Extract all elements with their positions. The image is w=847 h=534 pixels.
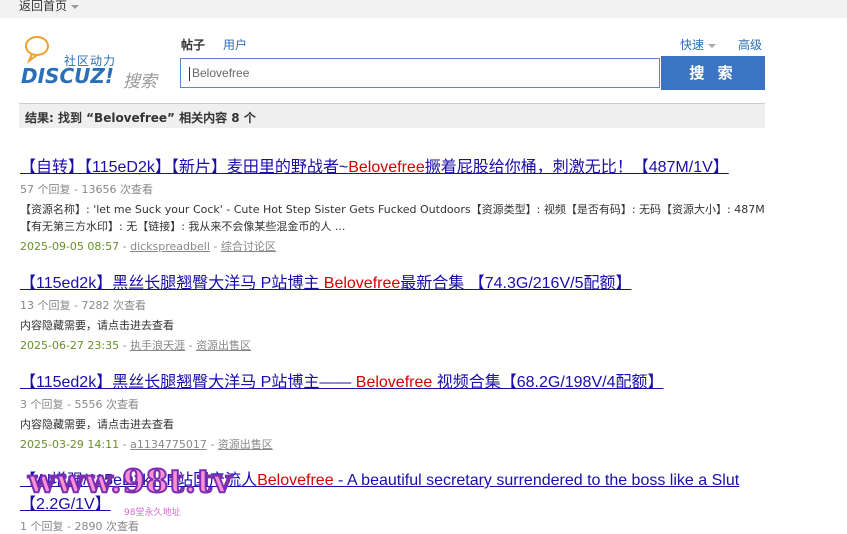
- chevron-down-icon: [708, 43, 717, 48]
- text-cursor: [189, 66, 190, 81]
- search-button[interactable]: 搜 索: [661, 56, 765, 90]
- back-home-link[interactable]: 返回首页: [19, 0, 80, 14]
- result-date: 2025-06-27 23:35: [20, 339, 120, 352]
- result-title-link[interactable]: 【115ed2k】黑丝长腿翘臀大洋马 P站博主—— Belovefree 视频合…: [20, 368, 780, 392]
- result-forum-link[interactable]: 资源出售区: [218, 438, 273, 451]
- result-info: 2025-06-27 23:35 - 执手浪天涯 - 资源出售区: [20, 339, 252, 352]
- search-input-value: Belovefree: [192, 66, 250, 80]
- result-info: 2025-09-05 08:57 - dickspreadbell - 综合讨论…: [20, 240, 276, 253]
- title-text: - A beautiful secretary surrendered to t…: [333, 472, 740, 489]
- quick-search-dropdown[interactable]: 快速: [680, 36, 717, 53]
- tab-users[interactable]: 用户: [223, 36, 247, 53]
- result-title-link[interactable]: 【115ed2k】黑丝长腿翘臀大洋马 P站博主 Belovefree最新合集 【…: [20, 269, 780, 293]
- result-forum-link[interactable]: 综合讨论区: [221, 240, 276, 253]
- result-info: 2025-03-29 14:11 - a1134775017 - 资源出售区: [20, 438, 273, 451]
- result-meta: 57 个回复 - 13656 次查看: [20, 183, 153, 196]
- results-summary-bar: 结果: 找到 “Belovefree” 相关内容 8 个: [19, 103, 765, 128]
- result-snippet: 内容隐藏需要，请点击进去查看: [20, 418, 174, 431]
- watermark-logo: www.98t.tv: [27, 461, 233, 501]
- result-date: 2025-09-05 08:57: [20, 240, 120, 253]
- logo-search-word: 搜索: [123, 72, 157, 92]
- top-bar: 返回首页: [0, 0, 847, 18]
- result-item: 【115ed2k】黑丝长腿翘臀大洋马 P站博主—— Belovefree 视频合…: [20, 368, 780, 452]
- back-home-label: 返回首页: [19, 0, 68, 13]
- result-meta: 1 个回复 - 2890 次查看: [20, 520, 139, 533]
- title-text: 【自转】【115eD2k】【新片】麦田里的野战者~: [20, 159, 349, 176]
- result-author-link[interactable]: dickspreadbell: [130, 240, 210, 253]
- title-highlight: Belovefree: [348, 159, 425, 176]
- result-item: 【自转】【115eD2k】【新片】麦田里的野战者~Belovefree撅着屁股给…: [20, 153, 780, 254]
- discuz-logo[interactable]: 社区动力 DISCUZ! 搜索: [19, 34, 179, 92]
- title-text: 撅着屁股给你桶，刺激无比！【487M/1V】: [424, 159, 729, 176]
- result-title-link[interactable]: 【自转】【115eD2k】【新片】麦田里的野战者~Belovefree撅着屁股给…: [20, 153, 780, 177]
- logo-brand: DISCUZ!: [21, 64, 114, 88]
- watermark-subtext: 98堂永久地址: [124, 508, 181, 518]
- result-date: 2025-03-29 14:11: [20, 438, 120, 451]
- title-text: 【115ed2k】黑丝长腿翘臀大洋马 P站博主——: [20, 374, 356, 391]
- tab-posts[interactable]: 帖子: [181, 36, 205, 53]
- title-text: 【115ed2k】黑丝长腿翘臀大洋马 P站博主: [20, 275, 324, 292]
- result-forum-link[interactable]: 资源出售区: [196, 339, 251, 352]
- speech-bubble-icon: [25, 36, 49, 65]
- result-author-link[interactable]: a1134775017: [130, 438, 207, 451]
- search-input[interactable]: Belovefree: [180, 58, 660, 88]
- result-meta: 3 个回复 - 5556 次查看: [20, 398, 139, 411]
- title-highlight: Belovefree: [323, 275, 401, 292]
- result-meta: 13 个回复 - 7282 次查看: [20, 299, 146, 312]
- title-highlight: Belovefree: [355, 374, 433, 391]
- quick-label: 快速: [680, 38, 705, 52]
- title-highlight: Belovefree: [257, 472, 334, 489]
- title-text: 最新合集 【74.3G/216V/5配额】: [400, 275, 632, 292]
- result-item: 【115ed2k】黑丝长腿翘臀大洋马 P站博主 Belovefree最新合集 【…: [20, 269, 780, 353]
- results-summary: 结果: 找到 “Belovefree” 相关内容 8 个: [25, 111, 256, 125]
- result-author-link[interactable]: 执手浪天涯: [130, 339, 185, 352]
- result-snippet: 【资源名称】: 'let me Suck your Cock' - Cute H…: [20, 203, 765, 233]
- title-text: 视频合集【68.2G/198V/4配额】: [432, 374, 664, 391]
- advanced-search-link[interactable]: 高级: [738, 36, 762, 53]
- result-snippet: 内容隐藏需要，请点击进去查看: [20, 319, 174, 332]
- chevron-down-icon: [71, 4, 80, 9]
